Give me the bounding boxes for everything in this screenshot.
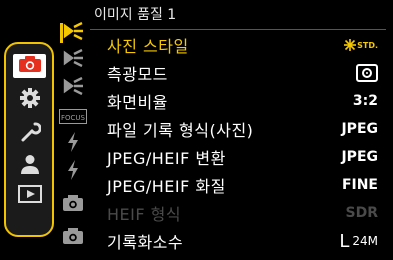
person-icon — [19, 153, 41, 179]
image-quality-icon-2 — [62, 48, 84, 71]
subtab-image-quality-3[interactable] — [60, 76, 86, 99]
image-quality-icon-3 — [62, 76, 84, 99]
sub-tab-strip: FOCUS — [56, 16, 88, 260]
menu-item-value: JPEG — [341, 149, 378, 165]
flash-icon-2 — [66, 160, 80, 184]
menu-item-value: JPEG — [341, 121, 378, 137]
menu-item-metering-mode[interactable]: 측광모드 — [90, 59, 390, 87]
subtab-image-quality-2[interactable] — [60, 48, 86, 71]
sidebar-item-custom[interactable] — [13, 88, 46, 112]
sidebar-item-setup[interactable] — [13, 122, 46, 146]
menu-item-aspect-ratio[interactable]: 화면비율 3:2 — [90, 87, 390, 115]
menu-title: 이미지 품질 1 — [94, 7, 177, 23]
subtab-camera-shutter-2[interactable] — [60, 227, 86, 249]
main-tab-sidebar — [4, 42, 54, 237]
menu-item-value: SDR — [345, 205, 378, 221]
menu-item-label: HEIF 형식 — [107, 205, 182, 224]
menu-item-photo-style[interactable]: 사진 스타일 STD. — [90, 31, 390, 59]
focus-icon: FOCUS — [59, 108, 87, 124]
menu-list: 사진 스타일 STD. 측광모드 화면비율 3:2 파일 기록 형식(사진) J… — [90, 31, 390, 255]
camera-shutter-icon — [62, 194, 84, 216]
menu-item-value: FINE — [341, 177, 378, 193]
picture-size-l: L — [339, 230, 350, 252]
menu-item-label: 기록화소수 — [107, 233, 184, 252]
menu-item-label: 화면비율 — [107, 93, 168, 112]
focus-icon-label: FOCUS — [61, 113, 85, 122]
subtab-camera-shutter[interactable] — [60, 194, 86, 216]
menu-item-jpeg-heif-quality[interactable]: JPEG/HEIF 화질 FINE — [90, 171, 390, 199]
menu-item-label: JPEG/HEIF 화질 — [107, 177, 226, 196]
subtab-image-quality-1[interactable] — [60, 21, 86, 44]
subtab-flash[interactable] — [60, 132, 86, 156]
menu-item-value: 3:2 — [352, 93, 378, 109]
sidebar-item-mymenu[interactable] — [13, 154, 46, 178]
image-quality-icon — [62, 21, 84, 44]
subtab-focus[interactable]: FOCUS — [59, 105, 87, 127]
menu-item-file-format[interactable]: 파일 기록 형식(사진) JPEG — [90, 115, 390, 143]
menu-item-picture-size[interactable]: 기록화소수 L 24M — [90, 227, 390, 255]
wrench-icon — [19, 121, 42, 147]
camera-shutter-icon-2 — [62, 227, 84, 249]
metering-value — [356, 64, 378, 82]
subtab-flash-2[interactable] — [60, 160, 86, 184]
playback-icon — [17, 185, 42, 207]
menu-item-label: 사진 스타일 — [107, 37, 189, 56]
sidebar-item-photo[interactable] — [13, 54, 46, 78]
camera-menu-screen: 이미지 품질 1 FOCUS 사진 스타일 STD. 측광모드 화면비율 3:2… — [0, 0, 393, 260]
photo-style-value: STD. — [357, 40, 378, 50]
gear-icon — [19, 87, 41, 113]
menu-item-label: 측광모드 — [107, 65, 168, 84]
camera-icon — [18, 55, 42, 77]
menu-item-label: JPEG/HEIF 변환 — [107, 149, 226, 168]
picture-size-mp: 24M — [352, 234, 378, 248]
menu-item-label: 파일 기록 형식(사진) — [107, 121, 254, 140]
menu-item-heif-format: HEIF 형식 SDR — [90, 199, 390, 227]
picture-size-value: L 24M — [339, 231, 378, 252]
sidebar-item-playback[interactable] — [13, 184, 46, 208]
metering-multi-icon — [356, 64, 378, 82]
menu-item-jpeg-heif-switch[interactable]: JPEG/HEIF 변환 JPEG — [90, 143, 390, 171]
title-divider — [90, 29, 386, 30]
photo-style-std-icon: STD. — [344, 39, 378, 51]
flash-icon — [66, 132, 80, 156]
